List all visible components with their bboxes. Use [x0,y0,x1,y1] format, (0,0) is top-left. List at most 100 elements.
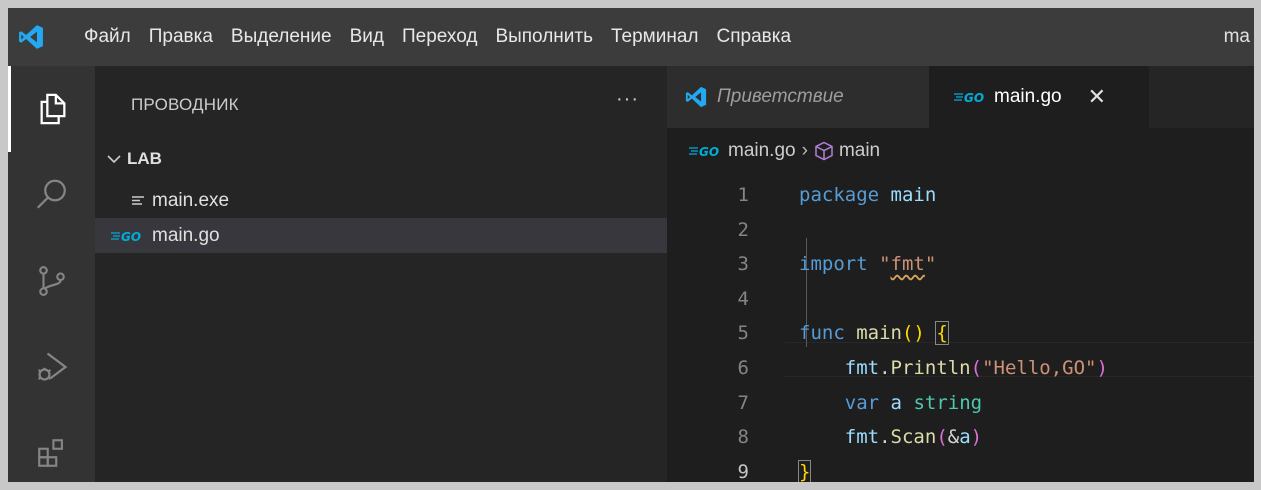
code-text: fmt.Scan(&a) [799,420,982,455]
code-token: ( [936,426,948,449]
code-token: import [799,253,868,276]
menu-file[interactable]: Файл [54,8,140,66]
code-token: . [879,356,891,379]
more-actions-icon[interactable]: ··· [616,88,639,111]
breadcrumb-symbol[interactable]: main [839,140,880,162]
code-token: "Hello,GO" [982,356,1097,379]
explorer-title: ПРОВОДНИК [131,95,239,114]
breadcrumb-file[interactable]: main.go [728,140,796,162]
lines-icon [132,195,144,207]
code-token: { [935,321,949,346]
line-number: 3 [737,253,749,276]
code-line[interactable]: 8 fmt.Scan(&a) [667,420,1254,455]
code-token: fmt [844,426,880,449]
menu: Файл Правка Выделение Вид Переход Выполн… [54,8,800,66]
explorer-icon[interactable] [8,66,95,152]
menu-run[interactable]: Выполнить [486,8,602,66]
menu-selection[interactable]: Выделение [222,8,341,66]
code-line[interactable]: 1 package main [667,178,1254,213]
go-icon: GO [689,144,725,158]
menu-view[interactable]: Вид [341,8,393,66]
line-number: 4 [737,287,749,310]
code-line[interactable]: 6 fmt.Println("Hello,GO") [667,351,1254,386]
file-main-exe[interactable]: main.exe [95,183,667,218]
tab-label: Приветствие [717,86,844,107]
line-number: 9 [737,460,749,482]
explorer-sidebar: ПРОВОДНИК ··· LAB main.exe GO main.go [95,66,667,482]
vscode-window: Файл Правка Выделение Вид Переход Выполн… [8,8,1254,482]
code-editor[interactable]: 1 package main 2 3 import "fmt" 4 5 func main()… [667,178,1254,482]
code-token: } [797,459,812,482]
line-number: 2 [737,218,749,241]
vscode-icon [685,86,707,108]
code-token: . [879,426,891,449]
vscode-logo-icon [8,8,54,66]
breadcrumb: GO main.go › main [689,140,880,162]
code-token: () [901,322,925,345]
svg-text:GO: GO [699,145,719,158]
go-icon: GO [954,90,990,104]
code-token: package [799,184,880,206]
code-token: " [879,253,891,276]
menu-edit[interactable]: Правка [140,8,222,66]
code-line[interactable]: 2 [667,213,1254,248]
run-debug-icon[interactable] [8,324,95,410]
code-token: " [924,253,937,276]
svg-text:GO: GO [121,230,141,243]
line-number: 1 [737,184,749,206]
close-icon[interactable]: ✕ [1088,84,1106,110]
code-token: string [913,391,983,414]
line-number: 8 [737,426,749,449]
code-text: fmt.Println("Hello,GO") [799,351,1108,386]
code-line[interactable]: 5 func main() { [667,316,1254,351]
code-text: import "fmt" [799,247,936,282]
code-token: & [947,426,960,449]
tab-welcome[interactable]: Приветствие [667,66,929,128]
menu-help[interactable]: Справка [708,8,801,66]
menu-terminal[interactable]: Терминал [602,8,708,66]
menu-go[interactable]: Переход [393,8,486,66]
chevron-down-icon [107,149,121,169]
tab-bar: Приветствие GO main.go ✕ [667,66,1254,128]
code-token: ) [970,426,983,449]
line-number: 7 [737,391,749,414]
folder-lab[interactable]: LAB [95,144,667,174]
code-line[interactable]: 4 [667,282,1254,317]
svg-text:GO: GO [964,91,984,104]
go-icon: GO [111,229,147,243]
tab-label: main.go [994,86,1062,107]
code-line[interactable]: 9} [667,455,1254,482]
source-control-icon[interactable] [8,238,95,324]
code-text: package main [799,178,936,213]
code-token: var [844,391,880,414]
code-token: func [799,322,845,345]
code-token: a [890,391,902,414]
search-icon[interactable] [8,152,95,238]
code-token: ( [970,356,983,379]
code-text: var a string [799,386,982,421]
cube-icon [814,141,834,161]
code-token: fmt [890,253,925,276]
file-main-go[interactable]: GO main.go [95,218,667,253]
code-token: Println [890,356,971,379]
extensions-icon[interactable] [8,410,95,482]
code-text: } [797,455,812,482]
code-line[interactable]: 7 var a string [667,386,1254,421]
code-token: main [856,322,902,345]
code-token: ) [1096,356,1108,379]
tab-main-go[interactable]: GO main.go ✕ [929,66,1149,128]
breadcrumb-separator: › [801,140,808,161]
code-token: fmt [844,356,880,379]
code-line[interactable]: 3 import "fmt" [667,247,1254,282]
line-number: 5 [737,322,749,345]
code-text: func main() { [799,316,949,351]
file-label: main.exe [152,189,230,211]
